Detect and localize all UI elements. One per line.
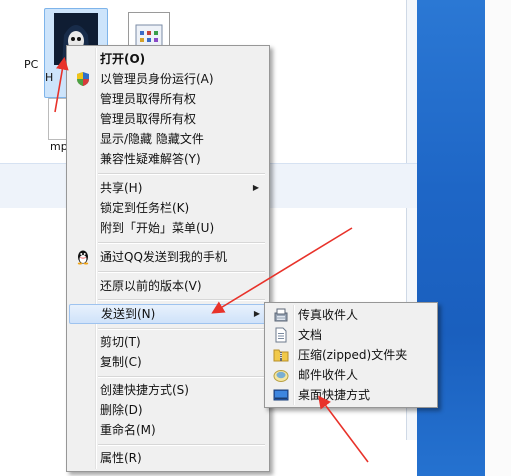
- qq-penguin-icon: [77, 250, 89, 265]
- menu-item-label: 打开(O): [100, 52, 146, 66]
- menu-item-compat-troubleshoot[interactable]: 兼容性疑难解答(Y): [69, 149, 267, 169]
- menu-item-send-to[interactable]: 发送到(N) ▶: [69, 304, 269, 324]
- right-margin: [485, 0, 511, 476]
- menu-item-share[interactable]: 共享(H) ▶: [69, 178, 267, 198]
- desktop-icon: [273, 389, 289, 401]
- file-label-pc: PC: [24, 58, 39, 71]
- menu-item-label: 锁定到任务栏(K): [100, 201, 190, 215]
- menu-item-label: 共享(H): [100, 181, 143, 195]
- menu-item-label: 附到「开始」菜单(U): [100, 221, 215, 235]
- menu-item-label: 复制(C): [100, 355, 142, 369]
- menu-separator: [98, 242, 265, 244]
- menu-item-take-ownership-1[interactable]: 管理员取得所有权: [69, 89, 267, 109]
- menu-item-label: 剪切(T): [100, 335, 141, 349]
- menu-item-rename[interactable]: 重命名(M): [69, 420, 267, 440]
- selected-file-label: H: [45, 71, 54, 84]
- menu-item-pin-start[interactable]: 附到「开始」菜单(U): [69, 218, 267, 238]
- send-to-submenu: 传真收件人 文档 压缩(zipped)文件夹 邮件收件人 桌面快捷方式: [264, 302, 438, 408]
- sendto-zip-folder[interactable]: 压缩(zipped)文件夹: [267, 345, 435, 365]
- sendto-desktop-shortcut[interactable]: 桌面快捷方式: [267, 385, 435, 405]
- submenu-item-label: 传真收件人: [298, 308, 359, 322]
- menu-item-label: 删除(D): [100, 403, 143, 417]
- menu-item-label: 重命名(M): [100, 423, 156, 437]
- submenu-arrow-icon: ▶: [253, 309, 260, 318]
- menu-separator: [98, 328, 265, 330]
- menu-separator: [98, 173, 265, 175]
- menu-item-label: 创建快捷方式(S): [100, 383, 189, 397]
- menu-item-cut[interactable]: 剪切(T): [69, 332, 267, 352]
- fax-icon: [274, 308, 288, 322]
- menu-item-toggle-hidden[interactable]: 显示/隐藏 隐藏文件: [69, 129, 267, 149]
- menu-item-label: 以管理员身份运行(A): [100, 72, 214, 86]
- menu-item-copy[interactable]: 复制(C): [69, 352, 267, 372]
- menu-item-pin-taskbar[interactable]: 锁定到任务栏(K): [69, 198, 267, 218]
- menu-separator: [98, 299, 265, 301]
- sendto-mail-recipient[interactable]: 邮件收件人: [267, 365, 435, 385]
- mail-icon: [273, 370, 289, 382]
- menu-separator: [98, 271, 265, 273]
- zip-folder-icon: [273, 349, 289, 362]
- submenu-arrow-icon: ▶: [252, 183, 259, 192]
- menu-item-label: 属性(R): [100, 451, 142, 465]
- sendto-documents[interactable]: 文档: [267, 325, 435, 345]
- menu-item-label: 兼容性疑难解答(Y): [100, 152, 201, 166]
- menu-item-take-ownership-2[interactable]: 管理员取得所有权: [69, 109, 267, 129]
- menu-item-run-as-admin[interactable]: 以管理员身份运行(A): [69, 69, 267, 89]
- menu-item-label: 显示/隐藏 隐藏文件: [100, 132, 204, 146]
- menu-separator: [98, 444, 265, 446]
- menu-item-create-shortcut[interactable]: 创建快捷方式(S): [69, 380, 267, 400]
- menu-item-label: 还原以前的版本(V): [100, 279, 202, 293]
- submenu-item-label: 邮件收件人: [298, 368, 359, 382]
- menu-item-label: 发送到(N): [101, 307, 156, 321]
- menu-item-qq-send[interactable]: 通过QQ发送到我的手机: [69, 247, 267, 267]
- menu-item-label: 管理员取得所有权: [100, 92, 197, 106]
- menu-item-open[interactable]: 打开(O): [69, 49, 267, 69]
- menu-item-delete[interactable]: 删除(D): [69, 400, 267, 420]
- document-icon: [275, 327, 287, 343]
- context-menu: 打开(O) 以管理员身份运行(A) 管理员取得所有权 管理员取得所有权 显示/隐…: [66, 45, 270, 472]
- submenu-item-label: 桌面快捷方式: [298, 388, 371, 402]
- menu-item-label: 管理员取得所有权: [100, 112, 197, 126]
- submenu-item-label: 压缩(zipped)文件夹: [298, 348, 408, 362]
- submenu-item-label: 文档: [298, 328, 323, 342]
- sendto-fax-recipient[interactable]: 传真收件人: [267, 305, 435, 325]
- menu-separator: [98, 376, 265, 378]
- uac-shield-icon: [77, 72, 89, 86]
- menu-item-restore-versions[interactable]: 还原以前的版本(V): [69, 276, 267, 296]
- menu-item-label: 通过QQ发送到我的手机: [100, 250, 227, 264]
- menu-item-properties[interactable]: 属性(R): [69, 448, 267, 468]
